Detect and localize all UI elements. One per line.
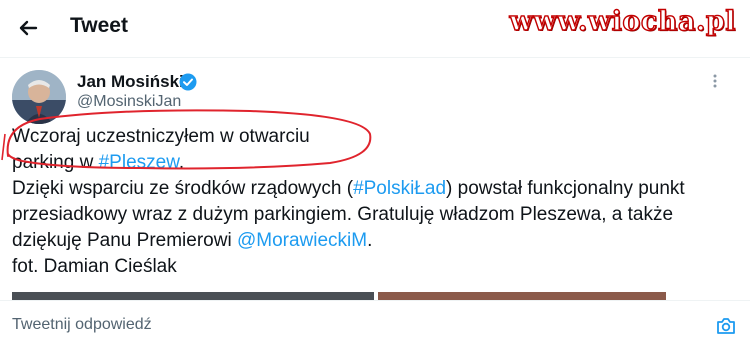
- back-arrow-icon[interactable]: [14, 14, 42, 42]
- camera-icon[interactable]: [715, 315, 737, 337]
- more-options-icon[interactable]: [712, 73, 718, 89]
- verified-badge-icon: [179, 73, 197, 91]
- author-name[interactable]: Jan Mosiński: [77, 72, 184, 92]
- header-divider: [0, 57, 750, 58]
- red-hand-drawn-circle: [1, 109, 372, 170]
- watermark-logo: www.wiocha.pl: [509, 5, 736, 37]
- page-title: Tweet: [70, 14, 128, 37]
- hashtag-link[interactable]: #PolskiŁad: [353, 178, 446, 199]
- mention-link[interactable]: @MorawieckiM: [237, 230, 367, 251]
- top-bar: Tweet www.wiocha.pl: [0, 0, 750, 56]
- reply-input[interactable]: Tweetnij odpowiedź: [12, 316, 152, 334]
- reply-composer[interactable]: Tweetnij odpowiedź: [0, 300, 750, 350]
